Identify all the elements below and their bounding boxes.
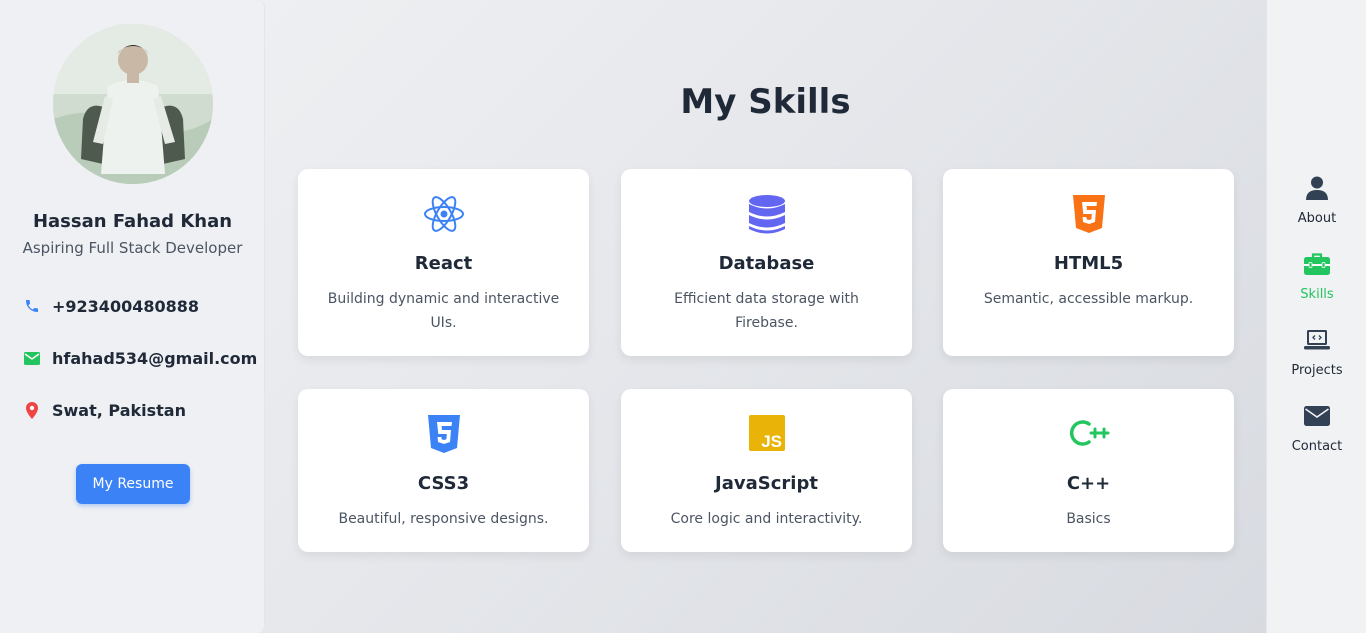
nav-item-about[interactable]: About — [1267, 175, 1366, 226]
skills-title: My Skills — [680, 82, 851, 122]
skill-name: CSS3 — [417, 473, 470, 494]
skill-card-html5: HTML5 Semantic, accessible markup. — [943, 169, 1234, 356]
skill-name: C++ — [1066, 473, 1111, 494]
envelope-icon — [22, 348, 42, 368]
nav-item-label: Skills — [1300, 287, 1334, 302]
contact-location: Swat, Pakistan — [22, 400, 186, 420]
contact-phone[interactable]: +923400480888 — [22, 296, 199, 316]
skill-card-database: Database Efficient data storage with Fir… — [621, 169, 912, 356]
skill-name: React — [414, 253, 473, 274]
skill-desc: Basics — [1066, 511, 1111, 527]
skill-desc: Building dynamic and interactive UIs. — [327, 291, 560, 331]
skill-card-cplusplus: C++ Basics — [943, 389, 1234, 552]
nav-item-projects[interactable]: Projects — [1267, 327, 1366, 378]
toolbox-icon — [1267, 251, 1366, 277]
skill-desc: Beautiful, responsive designs. — [338, 511, 549, 527]
skill-card-react: React Building dynamic and interactive U… — [298, 169, 589, 356]
right-nav: About Skills Projects Contact — [1266, 0, 1366, 633]
skill-card-javascript: JS JavaScript Core logic and interactivi… — [621, 389, 912, 552]
laptop-code-icon — [1267, 327, 1366, 353]
nav-item-skills[interactable]: Skills — [1267, 251, 1366, 302]
profile-name: Hassan Fahad Khan — [32, 211, 233, 232]
user-icon — [1267, 175, 1366, 201]
html5-icon — [943, 195, 1234, 233]
nav-item-label: Projects — [1291, 363, 1343, 378]
nav-item-contact[interactable]: Contact — [1267, 403, 1366, 454]
skill-name: Database — [718, 253, 815, 274]
envelope-icon — [1267, 403, 1366, 429]
skill-desc: Semantic, accessible markup. — [983, 291, 1194, 307]
phone-icon — [22, 296, 42, 316]
react-icon — [298, 195, 589, 233]
database-icon — [621, 195, 912, 234]
skill-desc: Core logic and interactivity. — [670, 511, 863, 527]
contact-phone-text: +923400480888 — [52, 296, 199, 316]
resume-button[interactable]: My Resume — [76, 464, 190, 504]
profile-sidebar: Hassan Fahad Khan Aspiring Full Stack De… — [0, 0, 265, 633]
avatar — [53, 24, 213, 184]
skill-name: HTML5 — [1053, 253, 1124, 274]
nav-item-label: Contact — [1291, 439, 1343, 454]
skill-desc: Efficient data storage with Firebase. — [674, 291, 859, 331]
javascript-icon: JS — [621, 415, 912, 453]
skill-name: JavaScript — [715, 473, 818, 494]
contact-email[interactable]: hfahad534@gmail.com — [22, 348, 257, 368]
contact-email-text: hfahad534@gmail.com — [52, 348, 258, 368]
nav-item-label: About — [1297, 211, 1337, 226]
svg-text:JS: JS — [761, 432, 782, 451]
profile-role: Aspiring Full Stack Developer — [22, 239, 243, 257]
skill-card-css3: CSS3 Beautiful, responsive designs. — [298, 389, 589, 552]
cplusplus-icon — [943, 415, 1234, 453]
css3-icon — [298, 415, 589, 453]
contact-location-text: Swat, Pakistan — [52, 400, 186, 420]
map-pin-icon — [22, 400, 42, 420]
